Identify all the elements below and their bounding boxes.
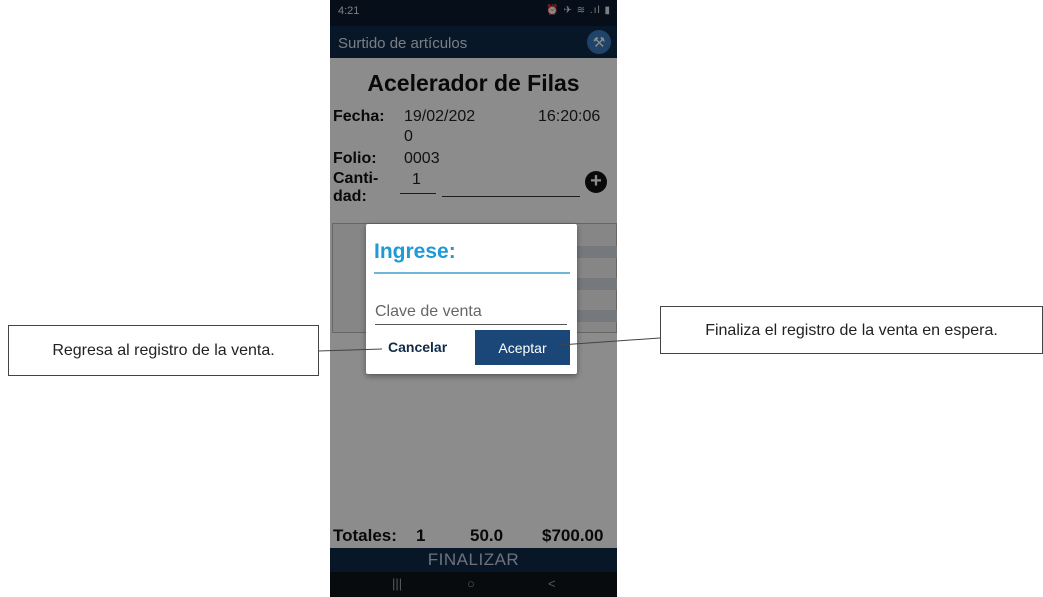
callout-accept-description: Finaliza el registro de la venta en espe…	[660, 306, 1043, 354]
left-connector-line	[317, 348, 383, 352]
callout-cancel-description: Regresa al registro de la venta.	[8, 325, 319, 376]
callout-connectors	[317, 337, 661, 352]
right-connector-line	[559, 337, 661, 346]
